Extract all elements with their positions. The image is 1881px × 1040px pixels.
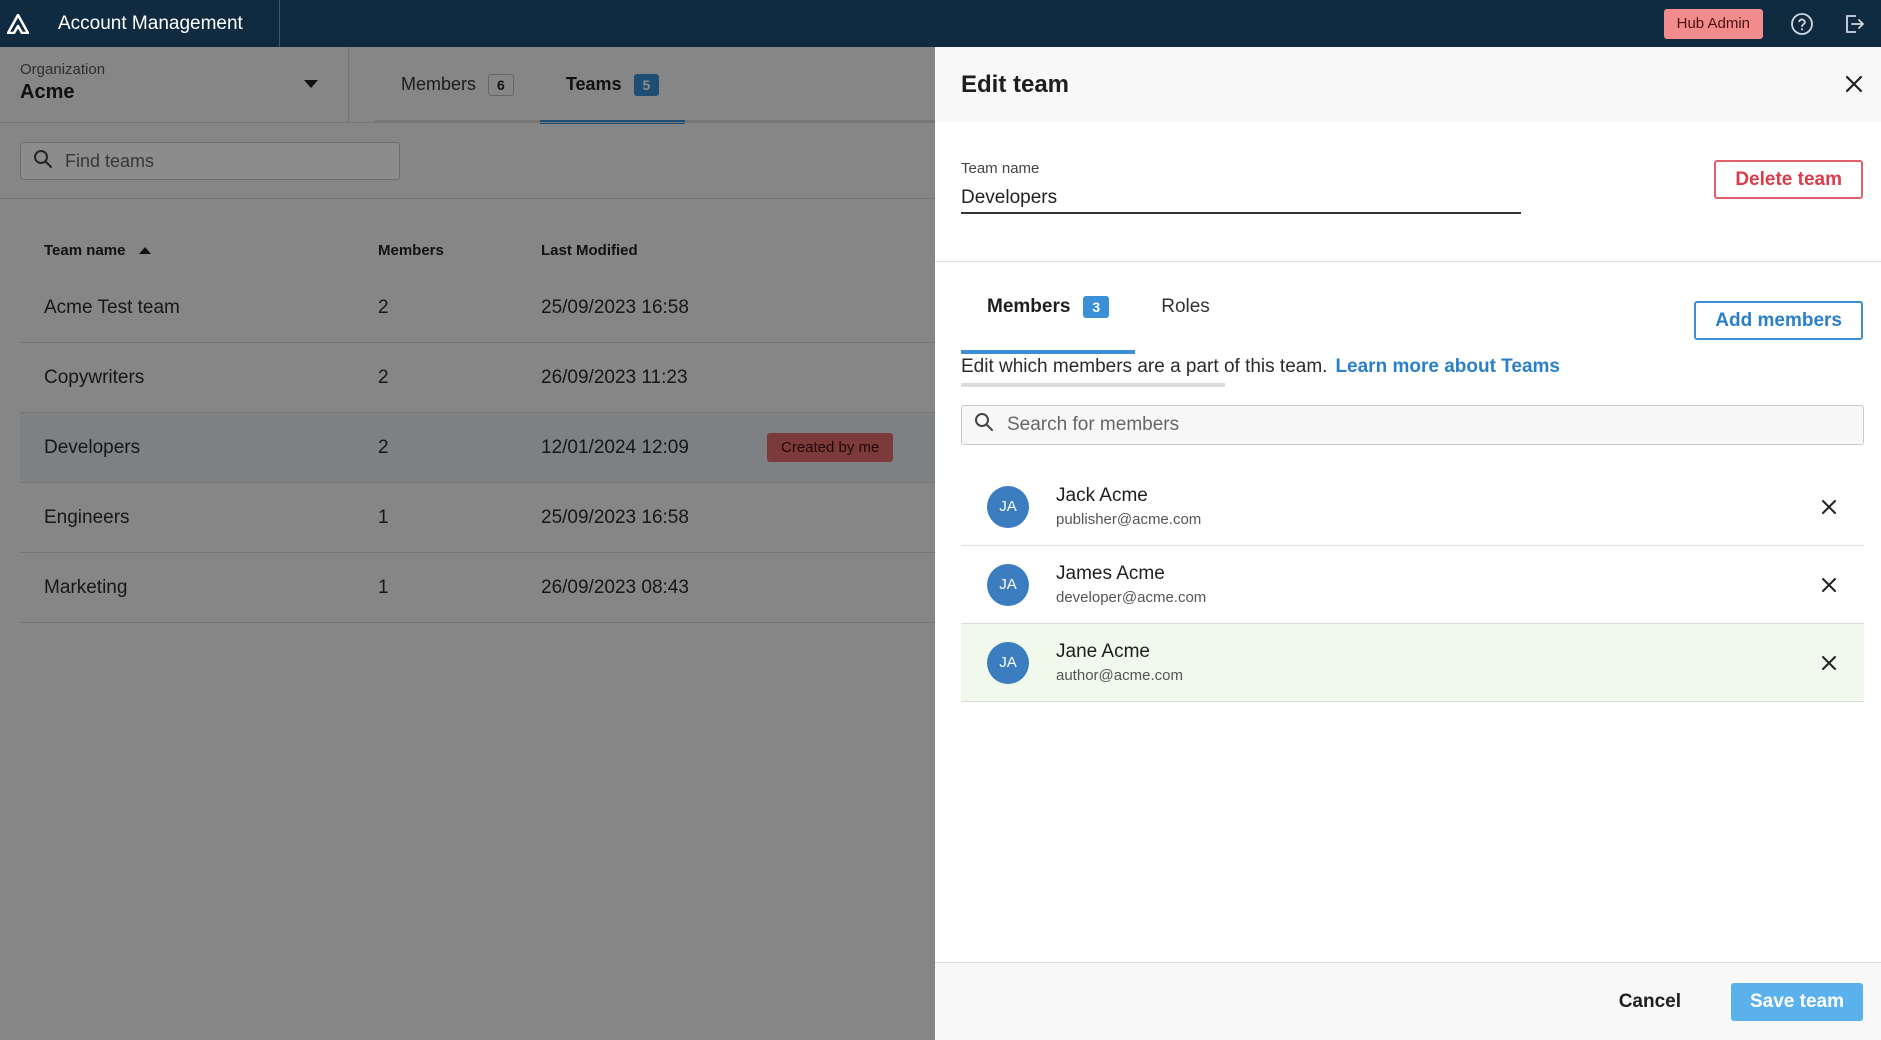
panel-title: Edit team (961, 70, 1070, 98)
avatar: JA (987, 641, 1029, 684)
team-name-field[interactable] (961, 184, 1521, 214)
list-item: JA Jane Acme author@acme.com (961, 624, 1864, 702)
panel-tabs: Members 3 Roles (961, 262, 1236, 354)
member-name: James Acme (1056, 563, 1165, 584)
top-bar: Account Management Hub Admin (0, 0, 1881, 47)
member-search[interactable]: Search for members (961, 405, 1864, 445)
remove-member-close-icon[interactable] (1816, 572, 1842, 598)
tab-members-label: Members (987, 296, 1071, 317)
close-icon[interactable] (1841, 71, 1867, 97)
members-description: Edit which members are a part of this te… (961, 356, 1560, 378)
panel-footer: Cancel Save team (935, 962, 1881, 1040)
remove-member-close-icon[interactable] (1816, 650, 1842, 676)
member-name: Jane Acme (1056, 641, 1150, 662)
save-team-button[interactable]: Save team (1730, 983, 1863, 1021)
member-name: Jack Acme (1056, 485, 1148, 506)
panel-header: Edit team (935, 47, 1881, 122)
member-email: publisher@acme.com (1056, 511, 1202, 528)
remove-member-close-icon[interactable] (1816, 494, 1842, 520)
role-badge[interactable]: Hub Admin (1663, 8, 1763, 39)
description-text: Edit which members are a part of this te… (961, 356, 1328, 377)
help-icon[interactable] (1789, 11, 1815, 37)
search-icon (974, 412, 994, 438)
list-item: JA James Acme developer@acme.com (961, 546, 1864, 624)
add-members-button[interactable]: Add members (1694, 301, 1863, 340)
tab-roles[interactable]: Roles (1135, 262, 1236, 352)
edit-team-panel: Edit team Team name Delete team Members … (935, 47, 1881, 1040)
app-logo-icon[interactable] (0, 0, 36, 47)
learn-more-link[interactable]: Learn more about Teams (1335, 356, 1560, 377)
modal-backdrop[interactable] (0, 47, 935, 1040)
list-item: JA Jack Acme publisher@acme.com (961, 468, 1864, 546)
members-count-badge: 3 (1083, 296, 1110, 318)
member-list: JA Jack Acme publisher@acme.com JA James… (961, 468, 1864, 702)
member-email: developer@acme.com (1056, 589, 1207, 606)
logout-icon[interactable] (1841, 11, 1867, 37)
avatar: JA (987, 563, 1029, 606)
tab-members[interactable]: Members 3 (961, 262, 1136, 354)
member-email: author@acme.com (1056, 667, 1183, 684)
team-name-label: Team name (961, 160, 1040, 177)
tab-roles-label: Roles (1161, 296, 1210, 317)
avatar: JA (987, 485, 1029, 528)
app-title: Account Management (36, 0, 280, 47)
member-search-input[interactable]: Search for members (1007, 414, 1179, 436)
tabs-underline (961, 383, 1225, 387)
delete-team-button[interactable]: Delete team (1714, 160, 1863, 199)
team-name-section: Team name Delete team (935, 122, 1881, 262)
cancel-button[interactable]: Cancel (1599, 983, 1701, 1021)
